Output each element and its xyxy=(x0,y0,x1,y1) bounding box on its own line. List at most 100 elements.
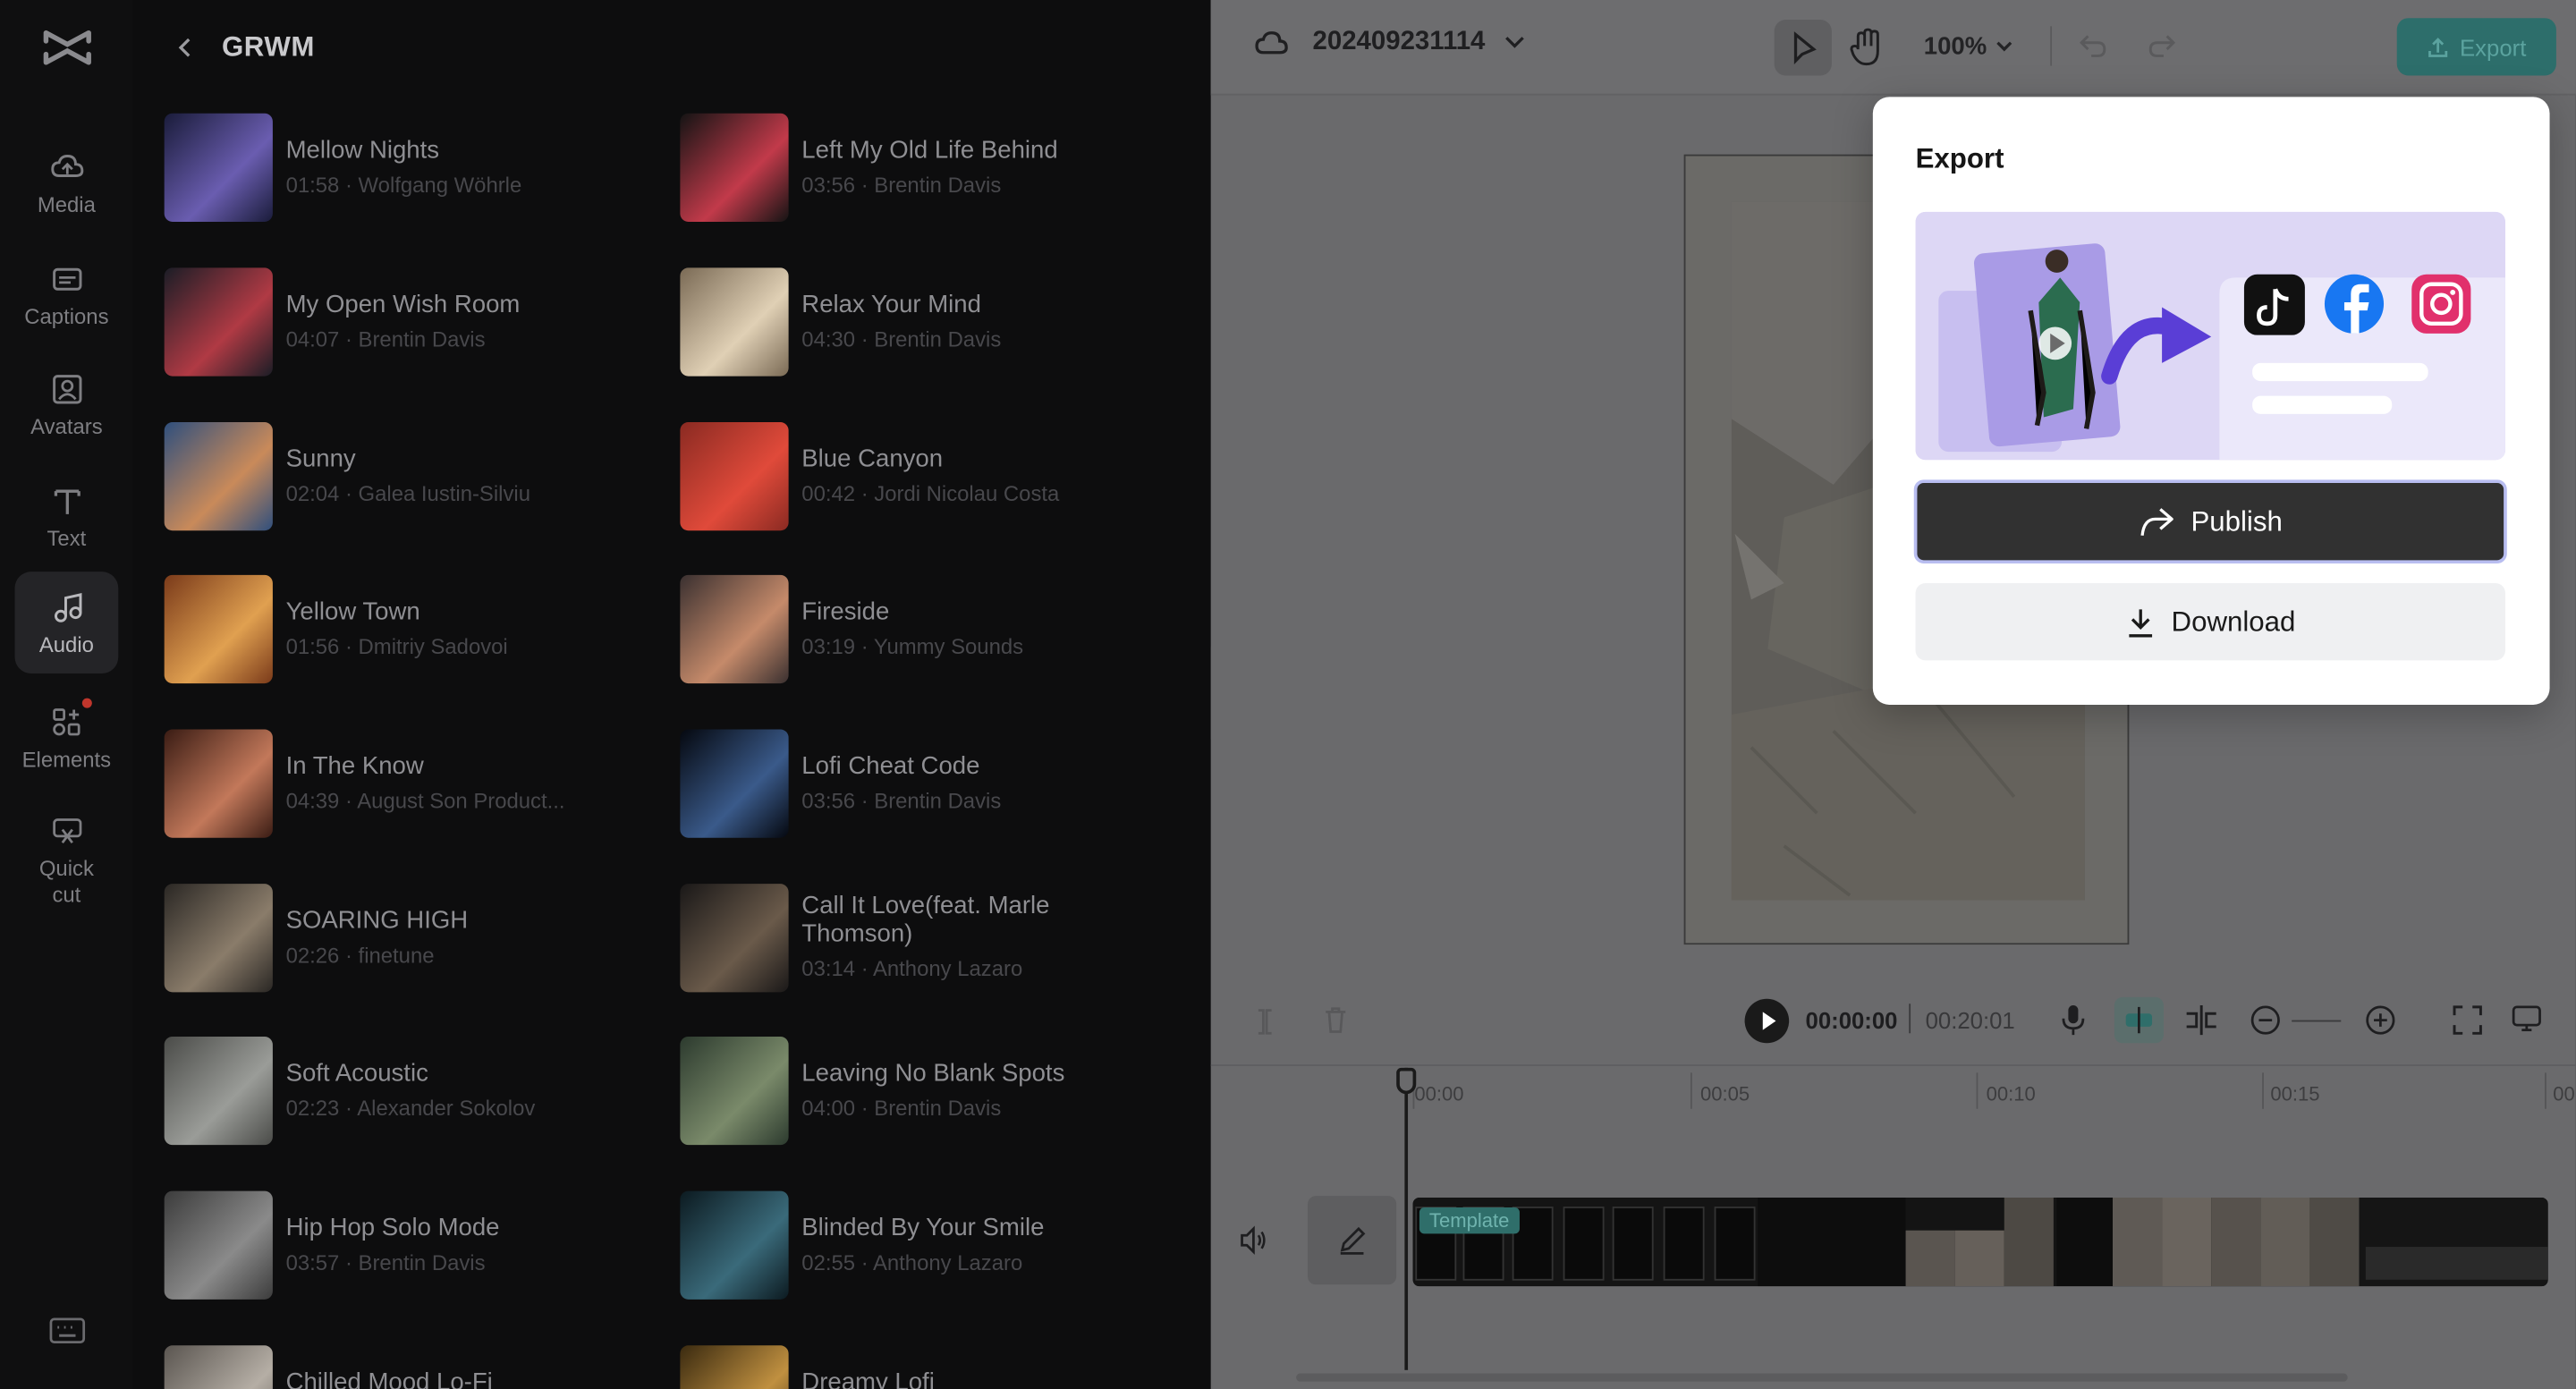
sidebar-item-label: Quick cut xyxy=(38,855,94,907)
audio-track-item[interactable]: Fireside 03:19 · Yummy Sounds xyxy=(680,574,1173,684)
track-title: Fireside xyxy=(801,597,890,626)
sidebar-item-text[interactable]: Text xyxy=(15,465,119,567)
audio-track-item[interactable]: Call It Love(feat. Marle Thomson) 03:14 ·… xyxy=(680,884,1173,993)
audio-track-item[interactable]: Blue Canyon 00:42 · Jordi Nicolau Costa xyxy=(680,422,1173,531)
publish-button[interactable]: Publish xyxy=(1913,479,2507,563)
audio-track-item[interactable]: Yellow Town 01:56 · Dmitriy Sadovoi xyxy=(164,574,657,684)
cover-edit-button[interactable] xyxy=(1308,1196,1397,1285)
audio-track-item[interactable]: Hip Hop Solo Mode 03:57 · Brentin Davis xyxy=(164,1190,657,1300)
template-badge: Template xyxy=(1419,1207,1520,1234)
zoom-dropdown[interactable]: 100% xyxy=(1924,33,2013,61)
audio-track-item[interactable]: Relax Your Mind 04:30 · Brentin Davis xyxy=(680,267,1173,377)
download-button[interactable]: Download xyxy=(1915,583,2505,661)
sidebar-item-label: Media xyxy=(37,191,96,216)
track-thumbnail xyxy=(680,267,789,377)
sidebar-item-label: Avatars xyxy=(30,412,103,438)
audio-track-item[interactable]: Mellow Nights 01:58 · Wolfgang Wöhrle xyxy=(164,113,657,222)
audio-track-item[interactable]: Blinded By Your Smile 02:55 · Anthony Laz… xyxy=(680,1190,1173,1300)
sidebar-item-captions[interactable]: Captions xyxy=(15,243,119,345)
export-popover: Export Publish Download xyxy=(1872,97,2550,705)
auto-snap-toggle[interactable] xyxy=(2114,996,2164,1044)
ruler-label: 00 xyxy=(2553,1082,2575,1106)
play-button[interactable] xyxy=(1744,998,1790,1044)
track-thumbnail xyxy=(680,574,789,684)
audio-track-item[interactable]: Leaving No Blank Spots 04:00 · Brentin Da… xyxy=(680,1036,1173,1146)
panel-title: GRWM xyxy=(221,30,315,63)
fullscreen-icon[interactable] xyxy=(2453,1005,2482,1035)
track-title: Sunny xyxy=(285,445,356,473)
zoom-out-icon[interactable] xyxy=(2249,1004,2282,1037)
speaker-icon[interactable] xyxy=(1239,1225,1268,1255)
panel-header: GRWM xyxy=(173,26,315,69)
split-icon[interactable] xyxy=(1253,1007,1276,1037)
track-meta: 04:07 · Brentin Davis xyxy=(285,326,486,352)
audio-track-item[interactable]: Soft Acoustic 02:23 · Alexander Sokolov xyxy=(164,1036,657,1146)
project-name: 202409231114 xyxy=(1312,28,1486,56)
share-arrow-icon xyxy=(2140,507,2174,536)
app-root: Media Captions Avatars Text Audio Elemen… xyxy=(0,0,2576,1389)
export-button[interactable]: Export xyxy=(2396,18,2556,76)
track-meta: 02:04 · Galea Iustin-Silviu xyxy=(285,481,530,506)
track-title: Soft Acoustic xyxy=(285,1059,428,1088)
audio-track-item[interactable]: Lofi Cheat Code 03:56 · Brentin Davis xyxy=(680,729,1173,838)
zoom-in-icon[interactable] xyxy=(2364,1004,2397,1037)
keyboard-shortcuts-icon[interactable] xyxy=(49,1314,86,1347)
timeline-scrollbar[interactable] xyxy=(1296,1373,2348,1382)
sidebar-item-avatars[interactable]: Avatars xyxy=(15,353,119,455)
sidebar-item-label: Captions xyxy=(24,302,109,328)
track-thumbnail xyxy=(164,1190,273,1300)
track-meta: 02:55 · Anthony Lazaro xyxy=(801,1249,1023,1275)
select-tool-button[interactable] xyxy=(1774,20,1832,76)
cloud-sync-icon xyxy=(1255,31,1288,55)
track-thumbnail xyxy=(164,267,273,377)
track-title: SOARING HIGH xyxy=(285,906,469,936)
sidebar-item-elements[interactable]: Elements xyxy=(15,687,119,789)
track-meta: 03:57 · Brentin Davis xyxy=(285,1249,486,1275)
sidebar-item-label: Elements xyxy=(21,746,112,772)
track-meta: 04:39 · August Son Product... xyxy=(285,788,565,814)
magnet-icon xyxy=(2125,1006,2153,1034)
undo-icon[interactable] xyxy=(2078,31,2107,61)
video-track[interactable]: Template xyxy=(1412,1197,2548,1287)
track-title: Mellow Nights xyxy=(285,136,440,165)
audio-track-item[interactable]: Sunny 02:04 · Galea Iustin-Silviu xyxy=(164,422,657,531)
audio-panel: GRWM Mellow Nights 01:58 · Wolfgang Wöhrl… xyxy=(132,0,1211,1389)
ruler-tick xyxy=(1976,1072,1979,1109)
audio-track-item[interactable]: Left My Old Life Behind 03:56 · Brentin D… xyxy=(680,113,1173,222)
elements-icon xyxy=(52,707,80,735)
capcut-logo[interactable] xyxy=(41,23,94,72)
track-thumbnail xyxy=(680,729,789,838)
zoom-slider[interactable] xyxy=(2292,1020,2342,1022)
track-thumbnail xyxy=(680,422,789,531)
audio-track-item[interactable]: In The Know 04:39 · August Son Product... xyxy=(164,729,657,838)
display-settings-icon[interactable] xyxy=(2512,1004,2541,1033)
sidebar-item-label: Audio xyxy=(38,631,94,656)
audio-track-item[interactable]: Dreamy Lofi xyxy=(680,1345,1173,1389)
publish-illustration xyxy=(1915,211,2505,461)
back-arrow-icon[interactable] xyxy=(173,35,199,61)
time-separator xyxy=(1909,1004,1911,1034)
project-title[interactable]: 202409231114 xyxy=(1253,28,1547,57)
track-thumbnail xyxy=(680,884,789,993)
track-meta: 03:19 · Yummy Sounds xyxy=(801,633,1024,659)
editor-topbar: 202409231114 100% Export xyxy=(1210,0,2576,96)
sidebar-item-audio[interactable]: Audio xyxy=(14,572,119,674)
track-title: Blinded By Your Smile xyxy=(801,1214,1045,1242)
track-thumbnail xyxy=(680,1190,789,1300)
sidebar-item-label: Text xyxy=(47,524,87,550)
notification-dot xyxy=(81,698,92,708)
audio-track-item[interactable]: My Open Wish Room 04:07 · Brentin Davis xyxy=(164,267,657,377)
track-meta: 01:56 · Dmitriy Sadovoi xyxy=(285,633,508,659)
chevron-down-icon xyxy=(1505,37,1524,48)
redo-icon[interactable] xyxy=(2148,31,2177,61)
audio-track-item[interactable]: Chilled Mood Lo-Fi xyxy=(164,1345,657,1389)
audio-track-item[interactable]: SOARING HIGH 02:26 · finetune xyxy=(164,884,657,993)
link-clips-icon[interactable] xyxy=(2183,1004,2219,1037)
sidebar-item-quick-cut[interactable]: Quick cut xyxy=(15,809,119,914)
track-meta: 00:42 · Jordi Nicolau Costa xyxy=(801,481,1060,506)
delete-icon[interactable] xyxy=(1323,1005,1349,1035)
sidebar-item-media[interactable]: Media xyxy=(15,131,119,233)
playhead-handle[interactable] xyxy=(1396,1067,1417,1095)
hand-tool-icon[interactable] xyxy=(1848,28,1884,67)
microphone-icon[interactable] xyxy=(2062,1004,2085,1037)
